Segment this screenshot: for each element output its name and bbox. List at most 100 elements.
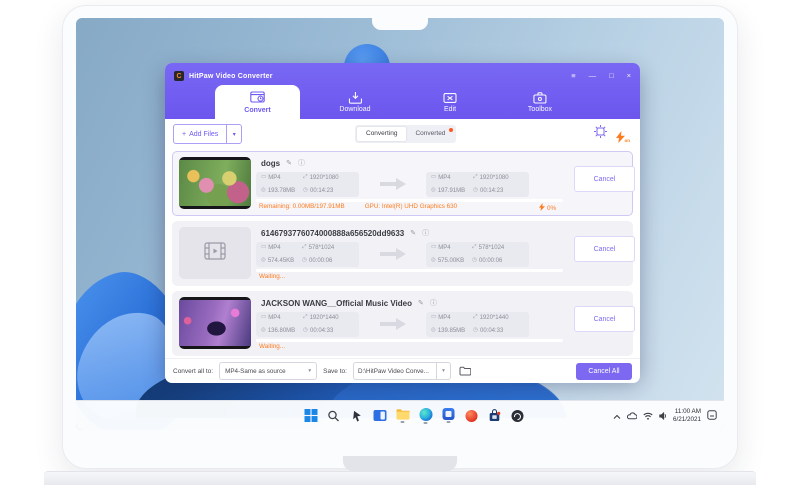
wifi-icon[interactable] bbox=[643, 407, 653, 425]
target-duration: 00:04:33 bbox=[479, 328, 504, 334]
close-icon[interactable]: × bbox=[627, 72, 631, 80]
tab-converted[interactable]: Converted bbox=[406, 127, 454, 141]
camera-notch bbox=[372, 18, 428, 30]
task-view-icon[interactable] bbox=[372, 407, 388, 425]
edge-browser-icon[interactable] bbox=[418, 407, 434, 425]
rename-pencil-icon[interactable]: ✎ bbox=[410, 229, 416, 237]
bolt-icon bbox=[539, 203, 545, 213]
cancel-button[interactable]: Cancel bbox=[574, 236, 635, 262]
laptop-lid: C HitPaw Video Converter ≡ — □ × Convert bbox=[62, 5, 738, 469]
window-title: HitPaw Video Converter bbox=[189, 72, 273, 80]
onedrive-cloud-icon[interactable] bbox=[626, 407, 638, 425]
chevron-down-icon: ▾ bbox=[442, 368, 445, 374]
source-duration: 00:00:06 bbox=[308, 258, 333, 264]
file-type-icon: ▭ bbox=[431, 244, 437, 251]
resolution-icon: ⤢ bbox=[473, 314, 478, 321]
file-info-icon[interactable]: ⓘ bbox=[422, 228, 429, 238]
tab-converting[interactable]: Converting bbox=[357, 127, 407, 141]
file-info-icon[interactable]: ⓘ bbox=[430, 298, 437, 308]
menu-icon[interactable]: ≡ bbox=[571, 72, 575, 80]
duration-icon: ◷ bbox=[473, 187, 478, 194]
plus-icon: + bbox=[182, 130, 187, 138]
file-row-hash: 6146793776074000888a656520dd9633 ✎ ⓘ ▭ MP… bbox=[172, 221, 635, 286]
gpu-status: GPU: Intel(R) UHD Graphics 630 bbox=[364, 203, 458, 210]
source-size: 574.45KB bbox=[267, 258, 295, 264]
desktop-screen: C HitPaw Video Converter ≡ — □ × Convert bbox=[76, 18, 724, 430]
microsoft-store-icon[interactable] bbox=[487, 407, 503, 425]
tab-label: Toolbox bbox=[527, 105, 553, 113]
accel-on-label: on bbox=[624, 137, 631, 143]
swirl-app-icon[interactable] bbox=[510, 407, 526, 425]
file-row-jackson-wang: JACKSON WANG__Official Music Video ✎ ⓘ ▭… bbox=[172, 291, 635, 356]
save-path-select[interactable]: D:\HitPaw Video Conve... ▾ bbox=[352, 362, 451, 380]
source-size: 193.78MB bbox=[267, 188, 296, 194]
tab-toolbox[interactable]: Toolbox bbox=[528, 85, 552, 119]
source-resolution: 1920*1080 bbox=[309, 175, 339, 181]
file-name: JACKSON WANG__Official Music Video bbox=[261, 298, 412, 308]
start-button[interactable] bbox=[303, 407, 319, 425]
target-info: ▭ MP4 ◎ 139.85MB ⤢ 1920*1440 ◷ 00:04:33 bbox=[426, 312, 529, 337]
target-duration: 00:00:06 bbox=[478, 258, 503, 264]
clock-time: 11:00 AM bbox=[674, 407, 701, 415]
resolution-icon: ⤢ bbox=[473, 174, 478, 181]
open-folder-button[interactable] bbox=[457, 363, 473, 379]
file-explorer-icon[interactable] bbox=[395, 407, 411, 425]
hitpaw-window: C HitPaw Video Converter ≡ — □ × Convert bbox=[165, 63, 640, 383]
waiting-status: Waiting... bbox=[259, 343, 286, 350]
file-type-icon: ▭ bbox=[431, 174, 437, 181]
tab-download[interactable]: Download bbox=[339, 85, 371, 119]
cancel-all-button[interactable]: Cancel All bbox=[576, 362, 632, 380]
resolution-icon: ⤢ bbox=[472, 244, 477, 251]
add-files-label: Add Files bbox=[189, 130, 219, 138]
converted-label: Converted bbox=[415, 130, 446, 137]
file-row-dogs: dogs ✎ ⓘ ▭ MP4 ◎ 193.78MB ⤢ 1920*1080 ◷ 0 bbox=[172, 151, 635, 216]
film-icon bbox=[204, 241, 226, 265]
file-size-icon: ◎ bbox=[261, 327, 266, 334]
tray-chevron-up-icon[interactable] bbox=[613, 407, 621, 425]
target-info: ▭ MP4 ◎ 575.00KB ⤢ 578*1024 ◷ 00:00:06 bbox=[426, 242, 529, 267]
source-info: ▭ MP4 ◎ 574.45KB ⤢ 578*1024 ◷ 00:00:06 bbox=[256, 242, 359, 267]
add-files-button[interactable]: + Add Files ▾ bbox=[173, 124, 243, 144]
red-app-icon[interactable] bbox=[464, 407, 480, 425]
chevron-down-icon: ▾ bbox=[232, 131, 236, 138]
taskbar: 11:00 AM 6/21/2021 bbox=[76, 400, 724, 430]
convert-arrow-icon bbox=[378, 317, 408, 336]
file-size-icon: ◎ bbox=[431, 257, 436, 264]
window-header: C HitPaw Video Converter ≡ — □ × Convert bbox=[165, 63, 640, 119]
minimize-icon[interactable]: — bbox=[589, 72, 597, 80]
rename-pencil-icon[interactable]: ✎ bbox=[418, 299, 424, 307]
cancel-button[interactable]: Cancel bbox=[574, 306, 635, 332]
file-type-icon: ▭ bbox=[261, 244, 267, 251]
tab-edit[interactable]: Edit bbox=[443, 85, 457, 119]
target-size: 575.00KB bbox=[437, 258, 465, 264]
taskbar-clock[interactable]: 11:00 AM 6/21/2021 bbox=[673, 408, 701, 424]
rename-pencil-icon[interactable]: ✎ bbox=[286, 159, 292, 167]
target-resolution: 578*1024 bbox=[478, 245, 505, 251]
source-resolution: 578*1024 bbox=[308, 245, 335, 251]
file-size-icon: ◎ bbox=[261, 187, 266, 194]
convert-footer: Convert all to: MP4-Same as source ▾ Save… bbox=[165, 358, 640, 383]
maximize-icon[interactable]: □ bbox=[609, 72, 614, 80]
hardware-accel-on-icon[interactable]: on bbox=[615, 131, 631, 143]
running-indicator bbox=[400, 420, 405, 423]
tab-convert[interactable]: Convert bbox=[215, 85, 300, 119]
mail-app-icon[interactable] bbox=[441, 407, 457, 425]
save-path-dropdown[interactable]: ▾ bbox=[435, 363, 450, 379]
gpu-acceleration-icon[interactable] bbox=[593, 125, 607, 143]
notification-center-icon[interactable] bbox=[707, 407, 717, 425]
format-value: MP4-Same as source bbox=[225, 367, 286, 375]
add-files-dropdown[interactable]: ▾ bbox=[226, 125, 241, 143]
video-thumbnail-placeholder bbox=[179, 227, 251, 279]
file-type-icon: ▭ bbox=[261, 174, 267, 181]
file-name: dogs bbox=[261, 158, 281, 168]
output-format-select[interactable]: MP4-Same as source ▾ bbox=[219, 362, 318, 380]
file-list: dogs ✎ ⓘ ▭ MP4 ◎ 193.78MB ⤢ 1920*1080 ◷ 0 bbox=[165, 149, 640, 358]
search-icon[interactable] bbox=[326, 407, 342, 425]
target-resolution: 1920*1440 bbox=[479, 315, 509, 321]
progress-percent: 0% bbox=[547, 204, 557, 212]
cursor-app-icon[interactable] bbox=[349, 407, 365, 425]
volume-icon[interactable] bbox=[659, 407, 667, 425]
file-info-icon[interactable]: ⓘ bbox=[298, 158, 305, 168]
convert-arrow-icon bbox=[378, 247, 408, 266]
cancel-button[interactable]: Cancel bbox=[574, 166, 635, 192]
